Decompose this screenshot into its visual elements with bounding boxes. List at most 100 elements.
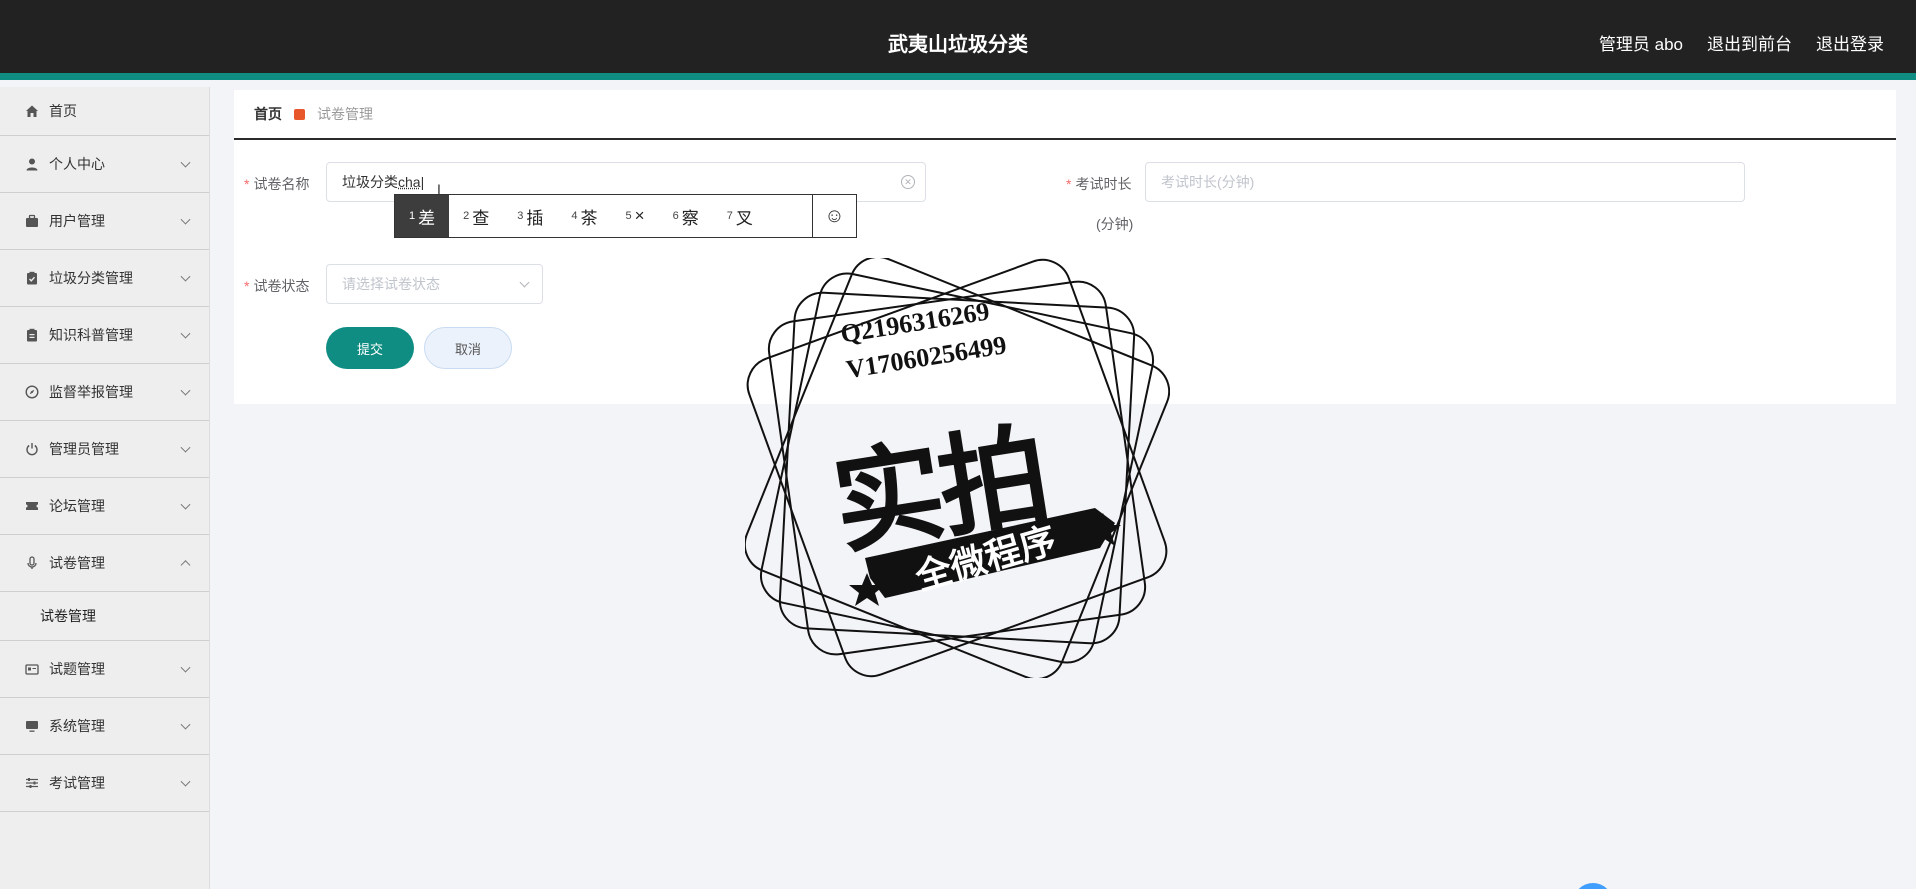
ime-candidate[interactable]: 5 × bbox=[612, 195, 659, 237]
submit-button[interactable]: 提交 bbox=[326, 327, 414, 369]
sidebar-item-label: 知识科普管理 bbox=[49, 325, 133, 345]
monitor-icon bbox=[24, 718, 40, 734]
ime-candidate[interactable]: 6察 bbox=[659, 195, 713, 237]
id-card-icon bbox=[24, 661, 40, 677]
power-icon bbox=[24, 441, 40, 457]
chevron-down-icon bbox=[181, 777, 191, 787]
ime-candidate-text: 插 bbox=[526, 204, 543, 229]
floating-action-button[interactable] bbox=[1573, 883, 1613, 889]
top-bar: 武夷山垃圾分类 管理员 abo 退出到前台 退出登录 bbox=[0, 0, 1916, 80]
ime-candidate-number: 6 bbox=[673, 210, 679, 222]
emoji-icon[interactable]: ☺ bbox=[812, 195, 856, 237]
ime-candidate[interactable]: 1差 bbox=[395, 195, 449, 237]
required-marker: * bbox=[244, 176, 249, 192]
sidebar-item-label: 管理员管理 bbox=[49, 439, 119, 459]
ime-candidate-number: 3 bbox=[517, 210, 523, 222]
ticket-icon bbox=[24, 498, 40, 514]
sidebar-item-garbage-classification[interactable]: 垃圾分类管理 bbox=[0, 250, 209, 307]
ime-candidate-text: 茶 bbox=[581, 204, 598, 229]
sidebar-item-home[interactable]: 首页 bbox=[0, 87, 209, 136]
breadcrumb-separator-icon bbox=[294, 109, 305, 120]
breadcrumb-current: 试卷管理 bbox=[317, 104, 373, 124]
ime-candidate[interactable]: 3插 bbox=[503, 195, 557, 237]
chevron-down-icon bbox=[181, 663, 191, 673]
sidebar-item-label: 试卷管理 bbox=[49, 553, 105, 573]
cancel-button[interactable]: 取消 bbox=[424, 327, 512, 369]
sidebar-item-label: 用户管理 bbox=[49, 211, 105, 231]
sidebar-item-supervision-report[interactable]: 监督举报管理 bbox=[0, 364, 209, 421]
submenu-item-exam-paper[interactable]: 试卷管理 bbox=[0, 592, 209, 641]
paper-name-composing-text: cha bbox=[398, 174, 421, 190]
sidebar-item-label: 系统管理 bbox=[49, 716, 105, 736]
clipboard-icon bbox=[24, 327, 40, 343]
compass-icon bbox=[24, 384, 40, 400]
microphone-icon bbox=[24, 555, 40, 571]
top-links: 管理员 abo 退出到前台 退出登录 bbox=[1599, 30, 1884, 55]
sidebar-item-admin-management[interactable]: 管理员管理 bbox=[0, 421, 209, 478]
ime-candidate-number: 1 bbox=[409, 210, 415, 222]
sidebar-item-knowledge[interactable]: 知识科普管理 bbox=[0, 307, 209, 364]
ime-candidate-number: 2 bbox=[463, 210, 469, 222]
ime-candidate[interactable]: 2查 bbox=[449, 195, 503, 237]
paper-status-label-text: 试卷状态 bbox=[253, 278, 309, 294]
chevron-down-icon bbox=[520, 278, 530, 288]
chevron-down-icon bbox=[181, 720, 191, 730]
chevron-up-icon bbox=[181, 560, 191, 570]
duration-placeholder: 考试时长(分钟) bbox=[1161, 172, 1254, 192]
chevron-down-icon bbox=[181, 272, 191, 282]
sidebar-item-label: 个人中心 bbox=[49, 154, 105, 174]
sidebar-item-user-management[interactable]: 用户管理 bbox=[0, 193, 209, 250]
sidebar-item-personal-center[interactable]: 个人中心 bbox=[0, 136, 209, 193]
user-icon bbox=[24, 156, 40, 172]
ime-candidate-text: 叉 bbox=[736, 204, 753, 229]
breadcrumb-home[interactable]: 首页 bbox=[254, 104, 282, 124]
ime-candidate-text: 差 bbox=[418, 204, 435, 229]
logout-link[interactable]: 退出登录 bbox=[1816, 30, 1884, 55]
ime-candidate-text: 查 bbox=[472, 204, 489, 229]
duration-label-text: 考试时长 bbox=[1075, 176, 1131, 192]
clear-icon[interactable]: ✕ bbox=[901, 175, 915, 189]
briefcase-icon bbox=[24, 213, 40, 229]
sidebar-item-label: 垃圾分类管理 bbox=[49, 268, 133, 288]
sidebar-item-label: 试题管理 bbox=[49, 659, 105, 679]
required-marker: * bbox=[244, 278, 249, 294]
paper-name-committed-text: 垃圾分类 bbox=[342, 174, 398, 190]
sidebar-item-question[interactable]: 试题管理 bbox=[0, 641, 209, 698]
sidebar-item-label: 论坛管理 bbox=[49, 496, 105, 516]
chevron-down-icon bbox=[181, 500, 191, 510]
chevron-down-icon bbox=[181, 158, 191, 168]
clipboard-check-icon bbox=[24, 270, 40, 286]
home-icon bbox=[24, 103, 40, 119]
ime-candidate[interactable]: 7叉 bbox=[713, 195, 767, 237]
required-marker: * bbox=[1066, 176, 1071, 192]
paper-status-label: * 试卷状态 bbox=[244, 276, 309, 296]
sidebar-item-exam[interactable]: 考试管理 bbox=[0, 755, 209, 812]
sidebar-item-label: 首页 bbox=[49, 101, 77, 121]
duration-unit-note: (分钟) bbox=[1096, 214, 1133, 234]
status-placeholder: 请选择试卷状态 bbox=[342, 274, 440, 294]
sliders-icon bbox=[24, 775, 40, 791]
ime-candidate-number: 4 bbox=[571, 210, 577, 222]
duration-label: * 考试时长 bbox=[1066, 174, 1131, 194]
ime-candidate-number: 7 bbox=[727, 210, 733, 222]
paper-status-select[interactable]: 请选择试卷状态 bbox=[326, 264, 543, 304]
ime-candidate-number: 5 bbox=[626, 210, 632, 222]
sidebar-item-exam-paper[interactable]: 试卷管理 bbox=[0, 535, 209, 592]
paper-name-value: 垃圾分类cha| bbox=[342, 172, 424, 192]
sidebar-item-label: 考试管理 bbox=[49, 773, 105, 793]
chevron-down-icon bbox=[181, 443, 191, 453]
ime-candidate-text: 察 bbox=[682, 204, 699, 229]
sidebar-item-label: 监督举报管理 bbox=[49, 382, 133, 402]
chevron-down-icon bbox=[181, 329, 191, 339]
ime-candidate-bar: 1差 2查 3插 4茶 5 × 6察 7叉 ☺ bbox=[394, 194, 857, 238]
chevron-down-icon bbox=[181, 215, 191, 225]
duration-input[interactable]: 考试时长(分钟) bbox=[1145, 162, 1745, 202]
sidebar-item-forum[interactable]: 论坛管理 bbox=[0, 478, 209, 535]
exit-to-frontend-link[interactable]: 退出到前台 bbox=[1707, 30, 1792, 55]
admin-user-link[interactable]: 管理员 abo bbox=[1599, 30, 1683, 55]
sidebar-item-system[interactable]: 系统管理 bbox=[0, 698, 209, 755]
ime-candidate-text: × bbox=[635, 206, 645, 226]
ime-candidate[interactable]: 4茶 bbox=[557, 195, 611, 237]
sidebar: 首页 个人中心 用户管理 垃圾分类管理 知识科普管理 监督举报管理 管理员管理 … bbox=[0, 87, 210, 889]
paper-name-label-text: 试卷名称 bbox=[253, 176, 309, 192]
